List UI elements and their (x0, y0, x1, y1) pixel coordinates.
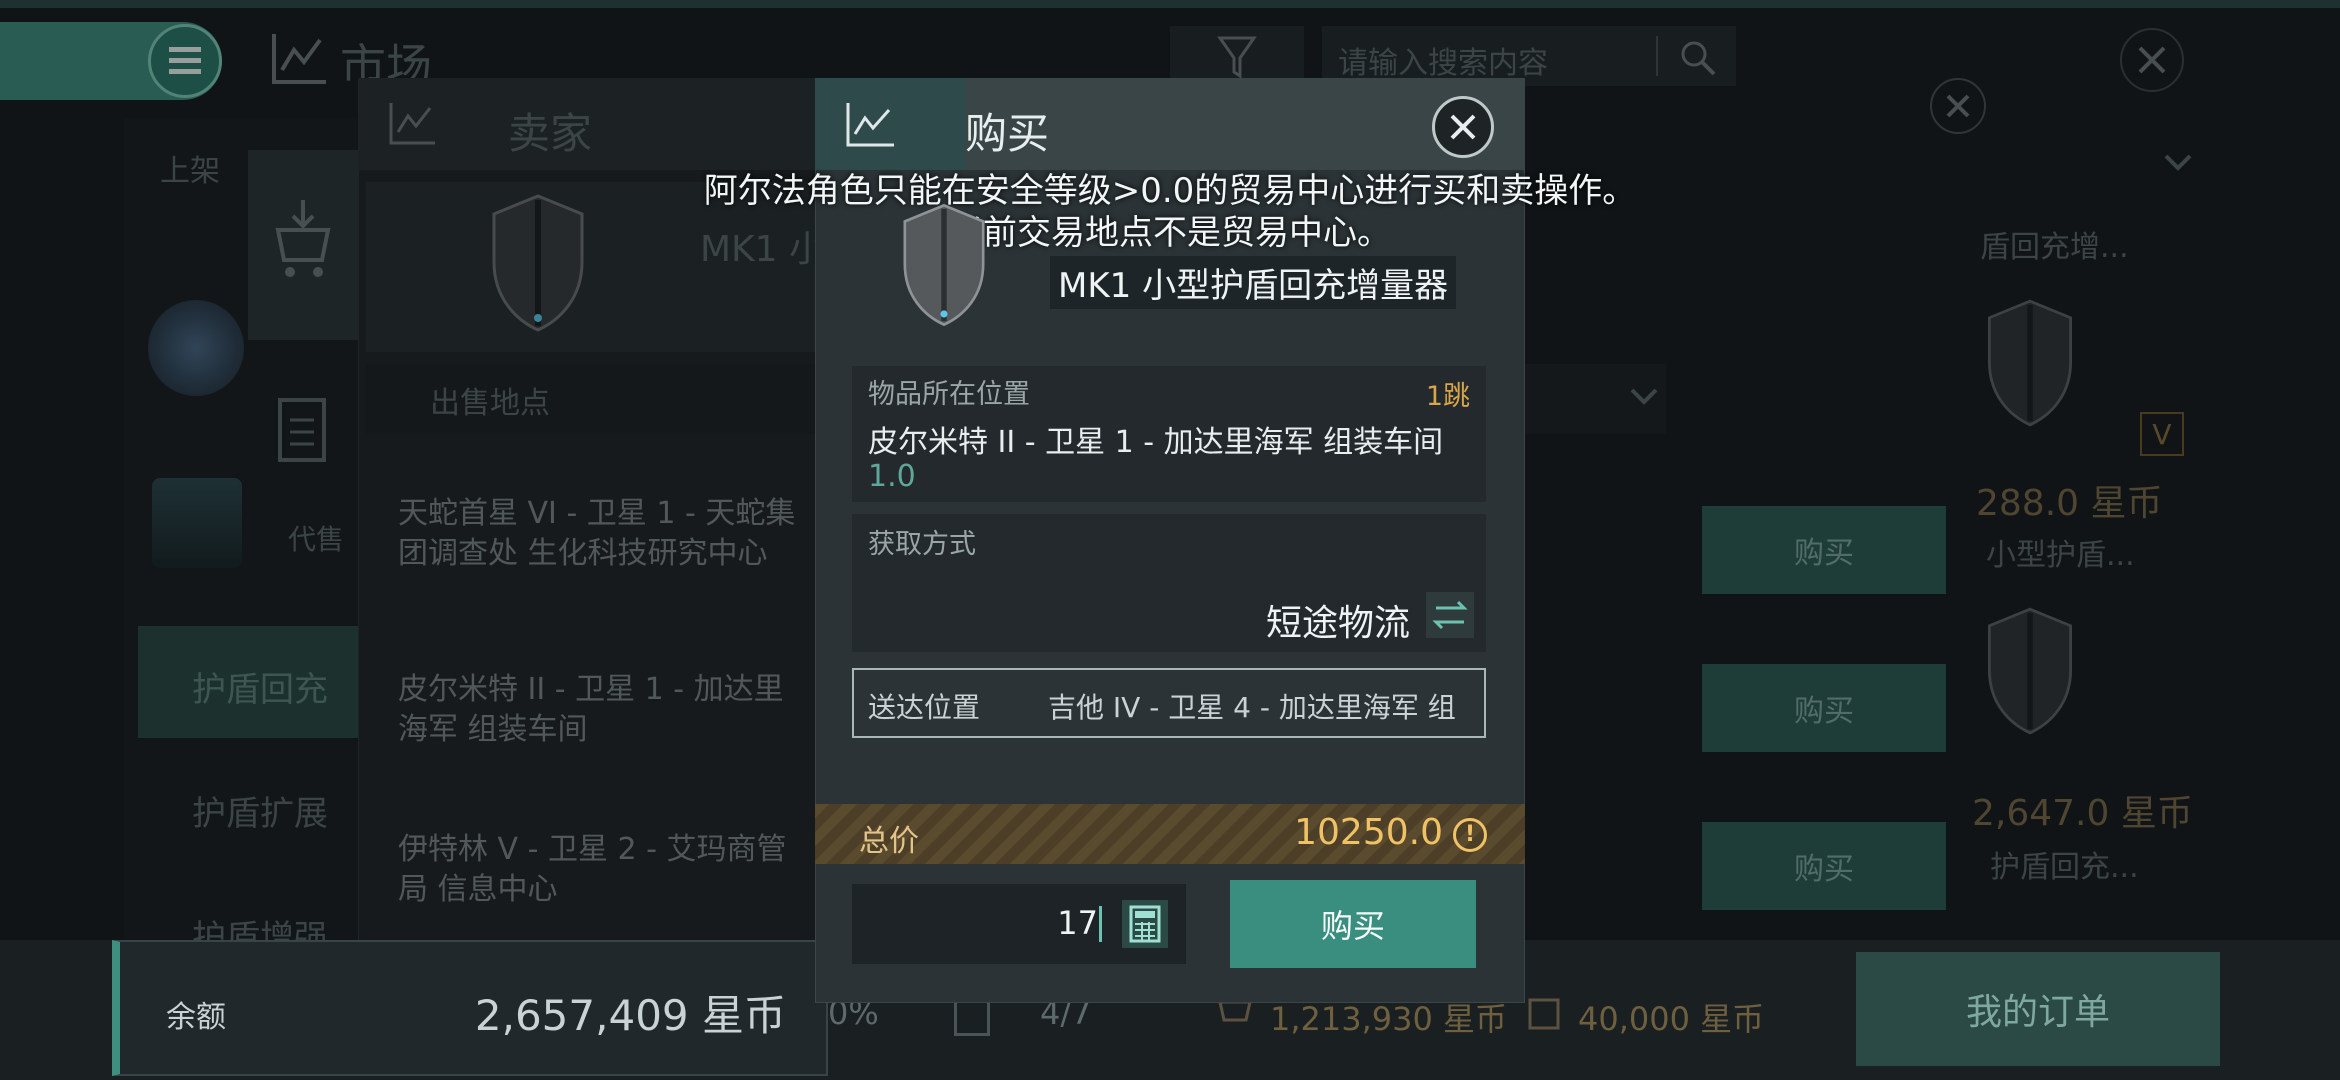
bottom-fees: 40,000 星币 (1578, 1000, 1765, 1038)
buy-item-name: MK1 小型护盾回充增量器 (1050, 256, 1457, 309)
total-value: 10250.0 (1294, 812, 1443, 853)
shield-item-icon (892, 200, 996, 330)
calculator-button[interactable] (1122, 900, 1168, 948)
jumps-count: 1跳 (1425, 381, 1470, 412)
chart-icon (846, 103, 894, 147)
close-icon (1450, 114, 1476, 140)
buy-modal-title: 购买 (965, 109, 1050, 158)
text-caret (1099, 906, 1102, 942)
confirm-buy-button[interactable]: 购买 (1230, 880, 1476, 968)
balance-value: 2,657,409 星币 (474, 991, 786, 1040)
total-label: 总价 (859, 824, 919, 859)
tax-icon (1524, 994, 1564, 1038)
alpha-warning-toast: 阿尔法角色只能在安全等级>0.0的贸易中心进行买和卖操作。当前交易地点不是贸易中… (703, 171, 1637, 253)
acquire-method-field: 获取方式 短途物流 (852, 514, 1486, 652)
acquire-value: 短途物流 (1265, 603, 1410, 644)
location-text: 皮尔米特 II - 卫星 1 - 加达里海军 组装车间 (868, 425, 1444, 460)
security-status: 1.0 (868, 459, 916, 494)
delivery-value: 吉他 IV - 卫星 4 - 加达里海军 组 (1048, 691, 1456, 724)
delivery-location-field[interactable]: 送达位置 吉他 IV - 卫星 4 - 加达里海军 组 (852, 668, 1486, 738)
item-location-field: 物品所在位置 1跳 皮尔米特 II - 卫星 1 - 加达里海军 组装车间 1.… (852, 366, 1486, 502)
delivery-label: 送达位置 (868, 691, 981, 724)
quantity-value[interactable]: 17 (1057, 904, 1098, 942)
total-price-bar: 总价 10250.0 ! (815, 804, 1525, 864)
buy-modal-icon-tab (815, 78, 965, 170)
close-modal-button[interactable] (1432, 96, 1494, 158)
balance-label: 余额 (166, 1000, 226, 1035)
my-orders-button[interactable]: 我的订单 (1856, 952, 2220, 1066)
location-label: 物品所在位置 (868, 379, 1030, 410)
warning-icon[interactable]: ! (1453, 818, 1487, 852)
swap-method-button[interactable] (1426, 592, 1474, 638)
swap-icon (1432, 600, 1468, 630)
quantity-input[interactable]: 17 (852, 884, 1186, 964)
location-value: 皮尔米特 II - 卫星 1 - 加达里海军 组装车间 1.0 (868, 426, 1468, 494)
calculator-icon (1129, 905, 1161, 943)
balance-box: 余额 2,657,409 星币 (112, 940, 828, 1076)
acquire-label: 获取方式 (868, 529, 976, 560)
